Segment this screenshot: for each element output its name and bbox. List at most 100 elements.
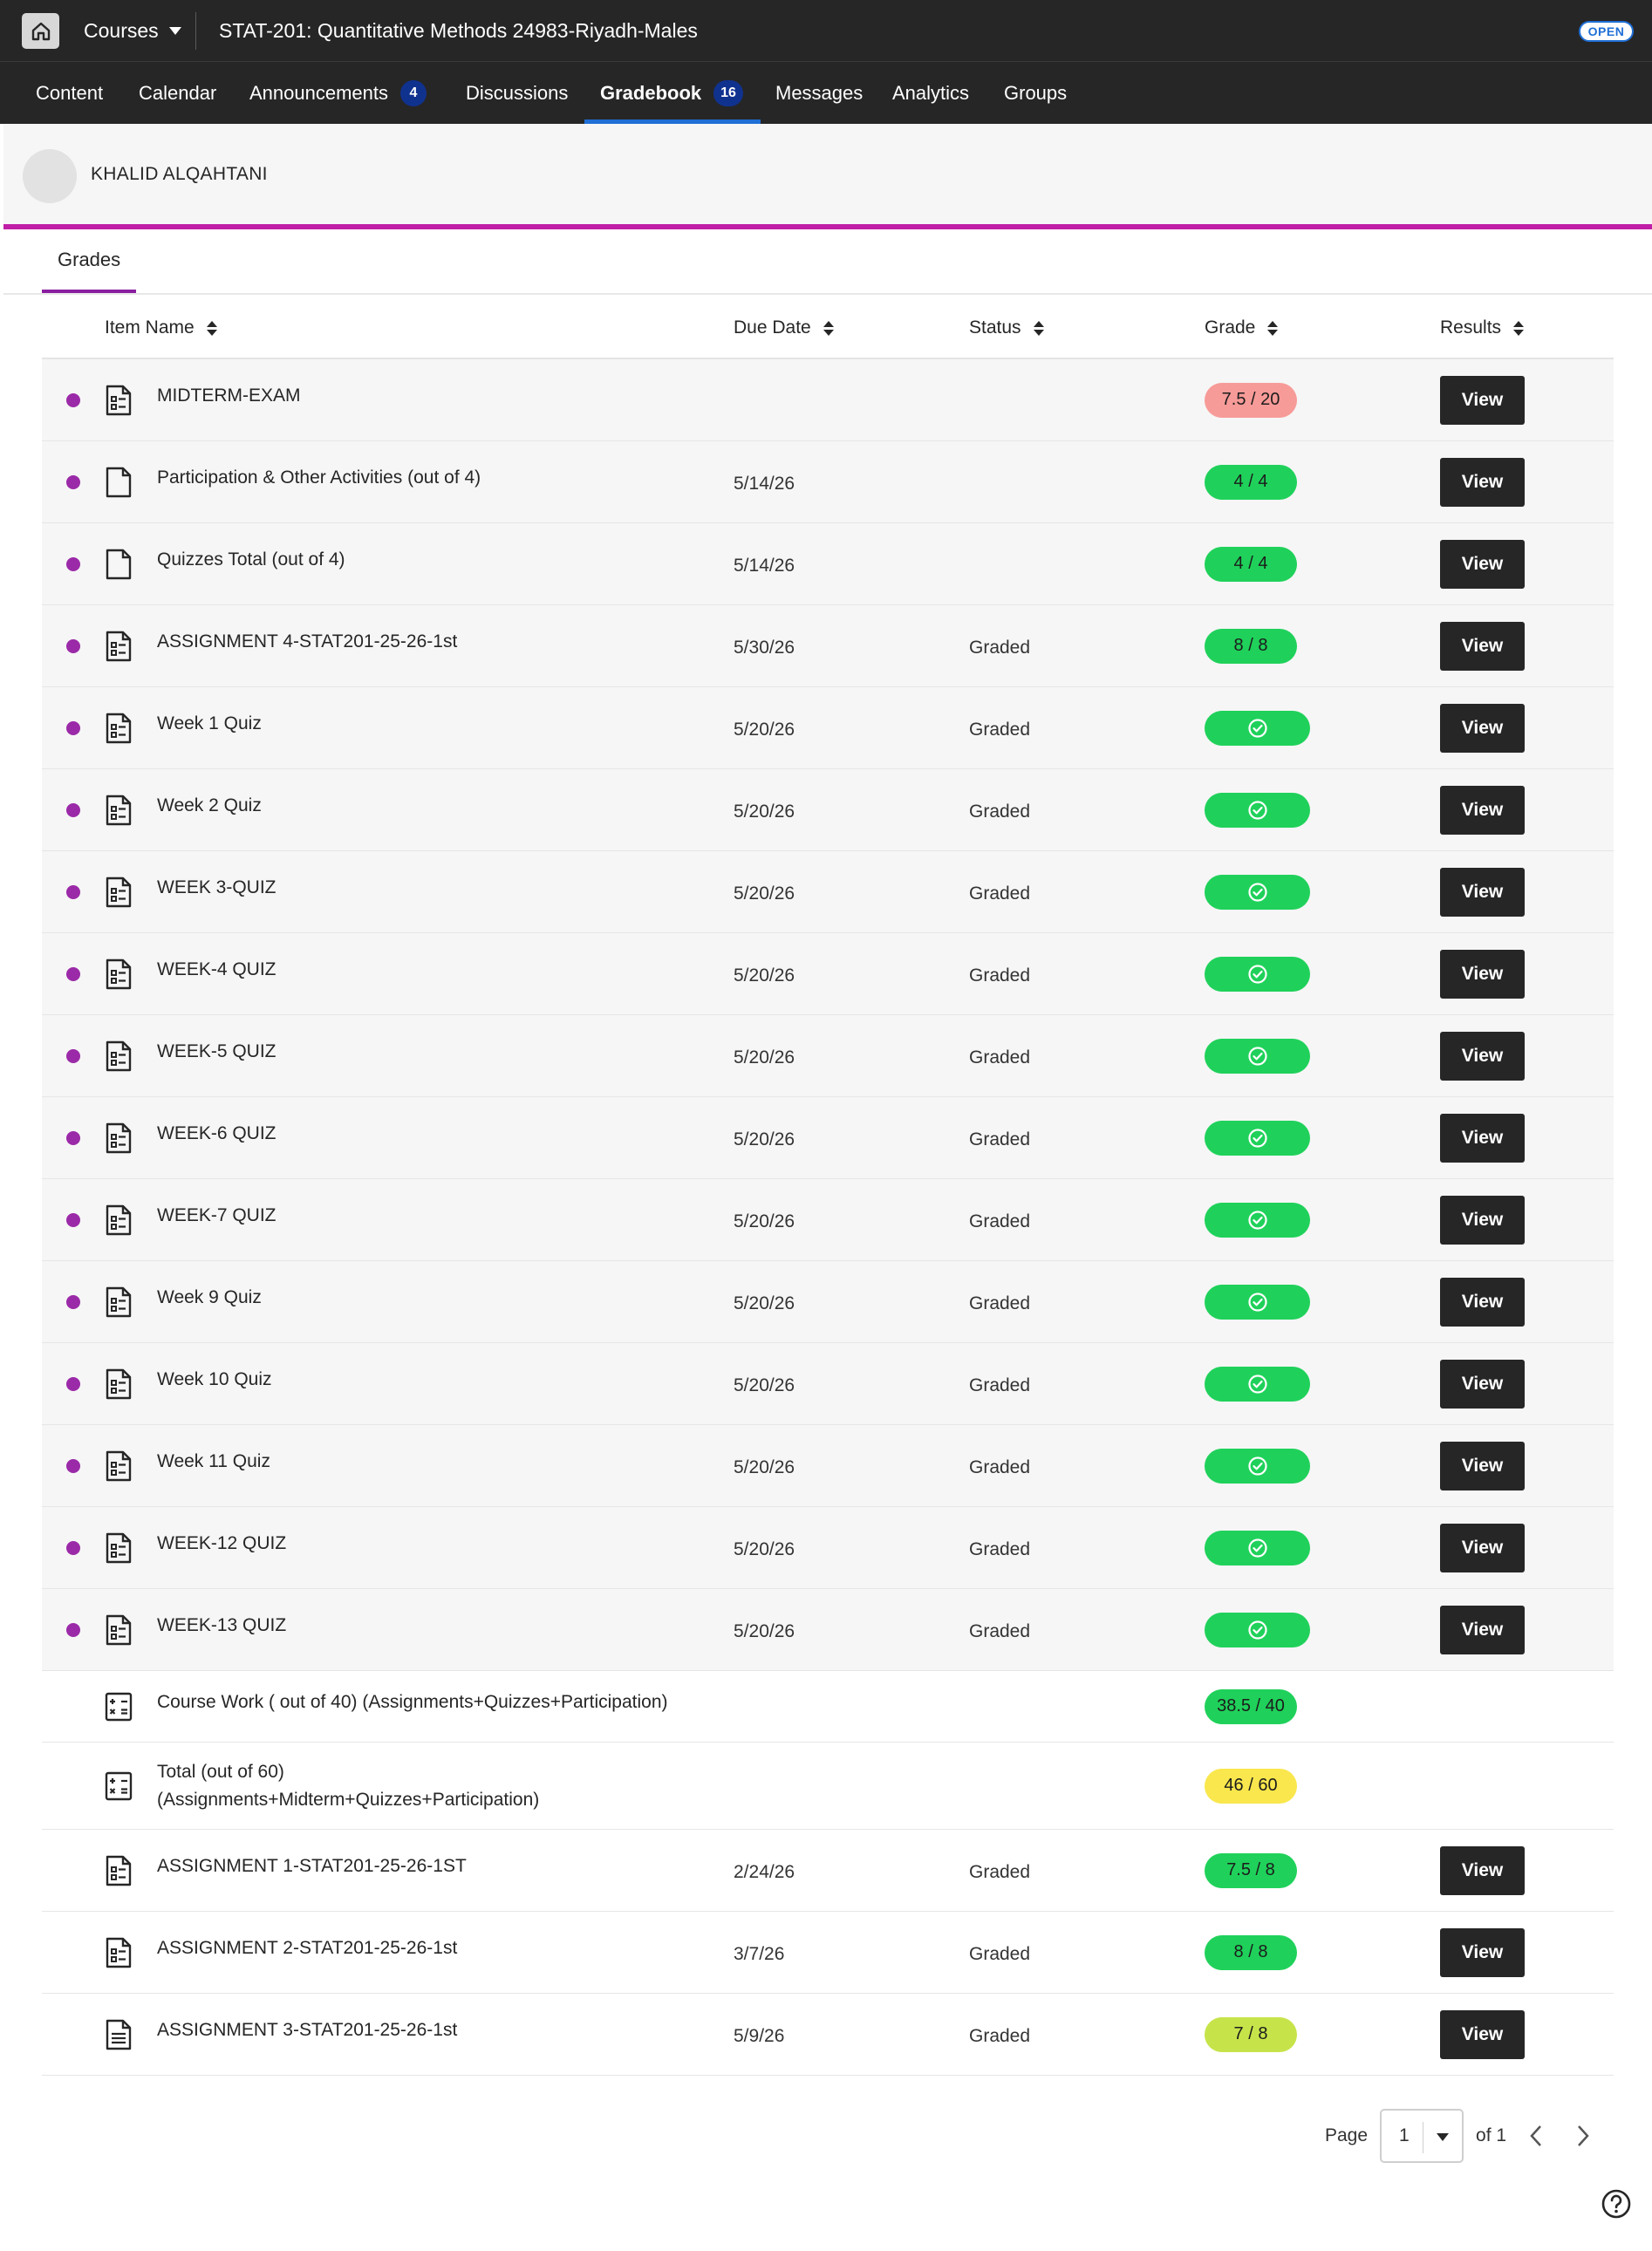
table-row: ASSIGNMENT 2-STAT201-25-26-1st 3/7/26 Grad… <box>42 1912 1614 1994</box>
grade-complete-pill[interactable] <box>1205 1612 1310 1647</box>
grade-pill[interactable]: 4 / 4 <box>1205 464 1297 500</box>
view-button[interactable]: View <box>1440 949 1525 999</box>
item-name[interactable]: WEEK-4 QUIZ <box>157 933 276 1014</box>
column-header-grade[interactable]: Grade <box>1205 298 1279 358</box>
grade-complete-pill[interactable] <box>1205 1284 1310 1320</box>
grade-complete-pill[interactable] <box>1205 792 1310 828</box>
next-page-button[interactable] <box>1566 2118 1601 2153</box>
view-button[interactable]: View <box>1440 1113 1525 1163</box>
grade-complete-pill[interactable] <box>1205 1530 1310 1565</box>
view-button[interactable]: View <box>1440 785 1525 835</box>
previous-page-button[interactable] <box>1519 2118 1553 2153</box>
item-name[interactable]: WEEK-6 QUIZ <box>157 1097 276 1178</box>
tab-announcements[interactable]: Announcements 4 <box>249 62 427 124</box>
grade-pill[interactable]: 38.5 / 40 <box>1205 1688 1297 1724</box>
column-header-status[interactable]: Status <box>969 298 1044 358</box>
item-name[interactable]: ASSIGNMENT 2-STAT201-25-26-1st <box>157 1912 457 1993</box>
due-date: 5/20/26 <box>734 1129 795 1149</box>
column-header-item-name[interactable]: Item Name <box>105 298 217 358</box>
tab-label: Gradebook <box>600 81 702 104</box>
tab-calendar[interactable]: Calendar <box>139 62 216 124</box>
grade-pill[interactable]: 46 / 60 <box>1205 1768 1297 1804</box>
item-name[interactable]: Participation & Other Activities (out of… <box>157 441 481 522</box>
grade-complete-pill[interactable] <box>1205 1366 1310 1402</box>
view-button[interactable]: View <box>1440 2009 1525 2059</box>
check-circle-icon <box>1247 1046 1267 1066</box>
view-button[interactable]: View <box>1440 867 1525 917</box>
item-name[interactable]: Quizzes Total (out of 4) <box>157 523 345 604</box>
item-name[interactable]: Week 2 Quiz <box>157 769 262 850</box>
view-button[interactable]: View <box>1440 1277 1525 1327</box>
item-name[interactable]: WEEK-12 QUIZ <box>157 1507 286 1588</box>
status-text: Graded <box>969 1374 1031 1395</box>
column-header-due-date[interactable]: Due Date <box>734 298 834 358</box>
grade-complete-pill[interactable] <box>1205 1202 1310 1238</box>
item-name[interactable]: Week 9 Quiz <box>157 1261 262 1342</box>
tab-messages[interactable]: Messages <box>775 62 863 124</box>
tab-content[interactable]: Content <box>36 62 103 124</box>
view-button[interactable]: View <box>1440 1927 1525 1977</box>
check-circle-icon <box>1247 964 1267 984</box>
grade-complete-pill[interactable] <box>1205 1448 1310 1484</box>
view-button[interactable]: View <box>1440 375 1525 425</box>
new-item-indicator <box>66 1212 80 1227</box>
chevron-down-icon <box>1437 2133 1450 2141</box>
grade-complete-pill[interactable] <box>1205 1120 1310 1156</box>
assessment-icon <box>105 385 133 416</box>
home-button[interactable] <box>22 13 59 49</box>
view-button[interactable]: View <box>1440 1441 1525 1490</box>
item-name[interactable]: ASSIGNMENT 3-STAT201-25-26-1st <box>157 1994 457 2075</box>
item-name[interactable]: Week 1 Quiz <box>157 687 262 768</box>
grade-pill[interactable]: 7.5 / 8 <box>1205 1852 1297 1888</box>
status-text: Graded <box>969 1456 1031 1477</box>
item-name[interactable]: WEEK 3-QUIZ <box>157 851 276 932</box>
view-button[interactable]: View <box>1440 1031 1525 1081</box>
view-button[interactable]: View <box>1440 1605 1525 1654</box>
grade-pill[interactable]: 7 / 8 <box>1205 2016 1297 2052</box>
new-item-indicator <box>66 1622 80 1637</box>
grade-pill[interactable]: 8 / 8 <box>1205 1934 1297 1970</box>
view-button[interactable]: View <box>1440 621 1525 671</box>
new-item-indicator <box>66 1048 80 1063</box>
tab-analytics[interactable]: Analytics <box>892 62 969 124</box>
new-item-indicator <box>66 966 80 981</box>
view-button[interactable]: View <box>1440 539 1525 589</box>
grade-complete-pill[interactable] <box>1205 874 1310 910</box>
tab-label: Content <box>36 81 104 104</box>
view-button[interactable]: View <box>1440 703 1525 753</box>
item-name[interactable]: WEEK-7 QUIZ <box>157 1179 276 1260</box>
view-button[interactable]: View <box>1440 1195 1525 1245</box>
column-header-results[interactable]: Results <box>1440 298 1525 358</box>
grade-pill[interactable]: 8 / 8 <box>1205 628 1297 664</box>
item-name[interactable]: Week 10 Quiz <box>157 1343 272 1424</box>
grade-complete-pill[interactable] <box>1205 956 1310 992</box>
view-button[interactable]: View <box>1440 1359 1525 1409</box>
grade-complete-pill[interactable] <box>1205 1038 1310 1074</box>
view-button[interactable]: View <box>1440 457 1525 507</box>
item-name[interactable]: ASSIGNMENT 4-STAT201-25-26-1st <box>157 605 457 686</box>
help-button[interactable] <box>1601 2188 1632 2220</box>
page-select[interactable]: 1 <box>1380 2109 1464 2163</box>
item-name[interactable]: Total (out of 60) (Assignments+Midterm+Qu… <box>157 1743 539 1829</box>
courses-menu[interactable]: Courses <box>84 0 181 62</box>
tab-groups[interactable]: Groups <box>1004 62 1067 124</box>
item-name[interactable]: ASSIGNMENT 1-STAT201-25-26-1ST <box>157 1830 467 1911</box>
due-date: 5/30/26 <box>734 637 795 658</box>
item-name[interactable]: WEEK-13 QUIZ <box>157 1589 286 1670</box>
item-name[interactable]: MIDTERM-EXAM <box>157 359 301 440</box>
grade-pill[interactable]: 7.5 / 20 <box>1205 382 1297 418</box>
table-row: Total (out of 60) (Assignments+Midterm+Qu… <box>42 1743 1614 1830</box>
new-item-indicator <box>66 1540 80 1555</box>
item-name[interactable]: Course Work ( out of 40) (Assignments+Qu… <box>157 1671 668 1742</box>
tab-grades[interactable]: Grades <box>58 249 120 271</box>
tab-gradebook[interactable]: Gradebook 16 <box>600 62 743 124</box>
grade-pill[interactable]: 4 / 4 <box>1205 546 1297 582</box>
view-button[interactable]: View <box>1440 1845 1525 1895</box>
grade-complete-pill[interactable] <box>1205 710 1310 746</box>
view-button[interactable]: View <box>1440 1523 1525 1572</box>
item-name[interactable]: WEEK-5 QUIZ <box>157 1015 276 1096</box>
home-icon <box>31 22 50 40</box>
tab-discussions[interactable]: Discussions <box>466 62 568 124</box>
item-name[interactable]: Week 11 Quiz <box>157 1425 270 1506</box>
tab-label: Analytics <box>892 81 970 104</box>
